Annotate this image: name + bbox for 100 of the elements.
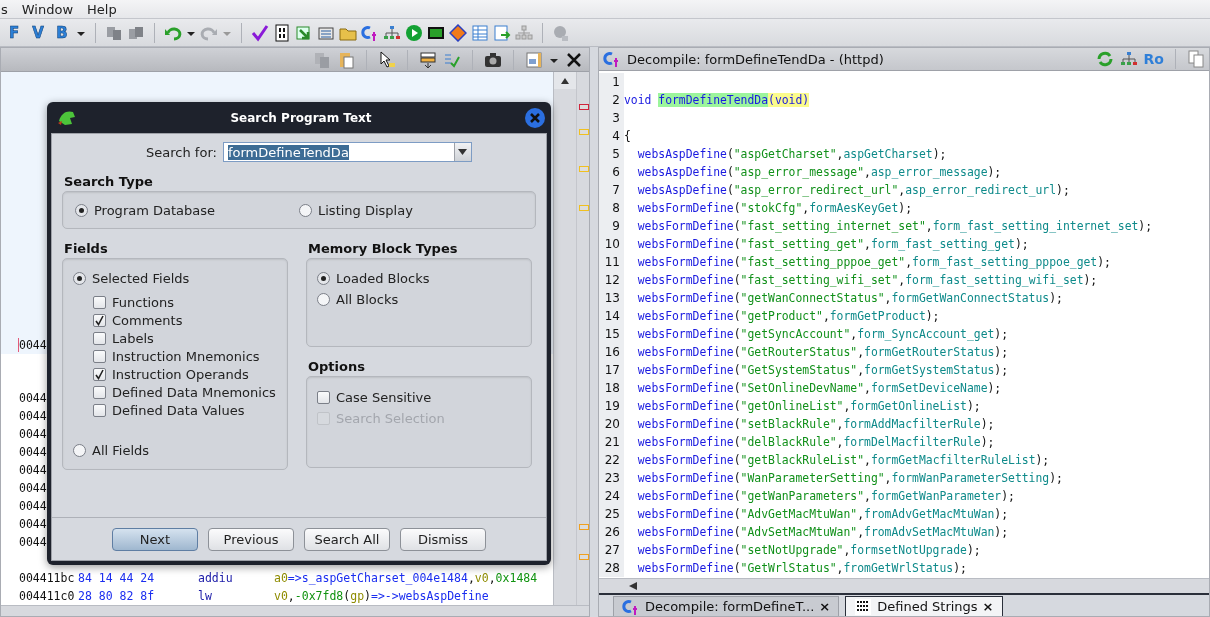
- dialog-button[interactable]: Previous: [208, 527, 294, 551]
- close-icon[interactable]: ×: [982, 599, 994, 614]
- close-icon: [530, 112, 540, 123]
- radio-label[interactable]: All Blocks: [336, 291, 399, 307]
- line-number: 17: [599, 361, 624, 379]
- hierarchy-icon[interactable]: [515, 23, 533, 42]
- checkbox-label[interactable]: Defined Data Mnemonics: [112, 384, 276, 400]
- diamond-icon[interactable]: [449, 23, 467, 42]
- scrollbar[interactable]: [599, 578, 1209, 593]
- code-line: websFormDefine("getProduct",formGetProduct);: [636, 309, 940, 323]
- data-icon[interactable]: [854, 597, 873, 616]
- section-title: Memory Block Types: [308, 241, 459, 256]
- radio-label[interactable]: Listing Display: [318, 202, 413, 218]
- tab[interactable]: Decompile: formDefineT... ×: [613, 596, 840, 616]
- decompiler-icon[interactable]: [603, 50, 621, 68]
- menu-item[interactable]: s: [0, 1, 9, 17]
- paste-icon[interactable]: [337, 50, 355, 69]
- code-line: {: [624, 129, 631, 143]
- checkbox[interactable]: [93, 295, 106, 309]
- line-number: 22: [599, 451, 624, 469]
- radio-button[interactable]: [73, 271, 86, 285]
- checkbox[interactable]: [93, 331, 106, 345]
- radio-label[interactable]: Selected Fields: [92, 270, 190, 286]
- scroll-left-icon[interactable]: [627, 581, 639, 591]
- radio-button[interactable]: [73, 443, 86, 457]
- checkbox-label[interactable]: Comments: [112, 312, 183, 328]
- section-title: Fields: [64, 241, 109, 256]
- table-icon[interactable]: [471, 23, 489, 42]
- dialog-button[interactable]: Search All: [304, 527, 390, 551]
- scrollbar[interactable]: [553, 72, 576, 605]
- checkbox[interactable]: [93, 313, 106, 327]
- menu-item[interactable]: Help: [86, 1, 118, 17]
- menu-item[interactable]: Window: [20, 1, 75, 17]
- address: 0044: [19, 535, 48, 549]
- refresh-icon[interactable]: [1095, 50, 1114, 68]
- dropdown-caret-icon[interactable]: [458, 149, 468, 155]
- checkbox[interactable]: [93, 403, 106, 417]
- search-field[interactable]: formDefineTendDa: [222, 142, 472, 162]
- radio-button[interactable]: [299, 203, 312, 217]
- line-number: 13: [599, 289, 624, 307]
- checkbox-label[interactable]: Case Sensitive: [336, 389, 432, 405]
- cursor-icon[interactable]: [378, 50, 396, 69]
- checkbox-label[interactable]: Instruction Mnemonics: [112, 348, 260, 364]
- close-button[interactable]: [525, 107, 545, 128]
- function-graph-icon[interactable]: [1119, 50, 1138, 68]
- line-number: 19: [599, 397, 624, 415]
- code-line: websFormDefine("getOnlineList",formGetOnlineList);: [636, 399, 981, 413]
- close-icon[interactable]: [565, 50, 583, 69]
- line-number: 10: [599, 235, 624, 253]
- code-line: websFormDefine("stokCfg",formAesKeyGet);: [636, 201, 913, 215]
- radio-label[interactable]: Program Database: [94, 202, 215, 218]
- checkbox[interactable]: [93, 385, 106, 399]
- checkbox-label[interactable]: Instruction Operands: [112, 366, 249, 382]
- function-graph-icon[interactable]: [383, 23, 401, 42]
- radio-button[interactable]: [75, 203, 88, 217]
- dialog-button[interactable]: Dismiss: [400, 527, 486, 551]
- code-line: websFormDefine("fast_setting_get",form_fast_setting_get);: [636, 237, 1029, 251]
- dialog-button[interactable]: Next: [112, 527, 198, 551]
- checkbox-label[interactable]: Labels: [112, 330, 154, 346]
- address: 004411bc: [19, 571, 76, 585]
- radio-label[interactable]: All Fields: [92, 442, 150, 458]
- checkmark-icon[interactable]: [251, 23, 269, 42]
- code-line: websFormDefine("AdvSetMacMtuWan",fromAdvSetMacMtuWan);: [636, 525, 1009, 539]
- code-line: websFormDefine("delBlackRule",formDelMacfilterRule);: [636, 435, 995, 449]
- mnemonic: lw: [198, 589, 213, 603]
- checkbox-label[interactable]: Defined Data Values: [112, 402, 245, 418]
- line-number: 23: [599, 469, 624, 487]
- address: 0044: [19, 409, 48, 423]
- code-line: websFormDefine("setBlackRule",formAddMacfilterRule);: [636, 417, 995, 431]
- code-line: void formDefineTendDa(void): [624, 93, 810, 107]
- code-line: websFormDefine("getBlackRuleList",formGetMacfilterRuleList);: [636, 453, 1050, 467]
- code-line: websFormDefine("fast_setting_internet_set",form_fast_setting_internet_set);: [636, 219, 1153, 233]
- tab[interactable]: Defined Strings ×: [845, 596, 1003, 616]
- checkbox[interactable]: [93, 349, 106, 363]
- radio-button[interactable]: [317, 271, 330, 285]
- code-line: websFormDefine("getWanConnectStatus",formGetWanConnectStatus);: [636, 291, 1063, 305]
- decompiler-icon[interactable]: [622, 597, 640, 616]
- panel-icon[interactable]: [525, 50, 543, 69]
- decompiler-icon[interactable]: [361, 23, 379, 42]
- scroll-up-icon[interactable]: [560, 76, 570, 85]
- line-number: 12: [599, 271, 624, 289]
- binary-file-icon[interactable]: [273, 23, 291, 42]
- line-number: 8: [599, 199, 624, 217]
- code-line: websAspDefine("aspGetCharset",aspGetCharset);: [636, 147, 947, 161]
- scrollbar[interactable]: [1, 605, 589, 616]
- copy-icon[interactable]: [1187, 50, 1205, 68]
- export-icon[interactable]: [295, 23, 313, 42]
- field-label: Search for:: [146, 144, 217, 160]
- line-number: 3: [599, 109, 624, 127]
- close-icon[interactable]: ×: [819, 599, 831, 614]
- section-title: Options: [308, 359, 366, 374]
- checkbox[interactable]: [317, 390, 330, 404]
- checkbox-label[interactable]: Functions: [112, 294, 175, 310]
- camera-icon[interactable]: [484, 50, 502, 69]
- operands: a0=>s_aspGetCharset_004e1484,v0,0x1484: [274, 571, 538, 585]
- line-number: 24: [599, 487, 624, 505]
- radio-button[interactable]: [317, 292, 330, 306]
- field-layout-icon[interactable]: [419, 50, 437, 69]
- radio-label[interactable]: Loaded Blocks: [336, 270, 430, 286]
- checkbox[interactable]: [93, 367, 106, 381]
